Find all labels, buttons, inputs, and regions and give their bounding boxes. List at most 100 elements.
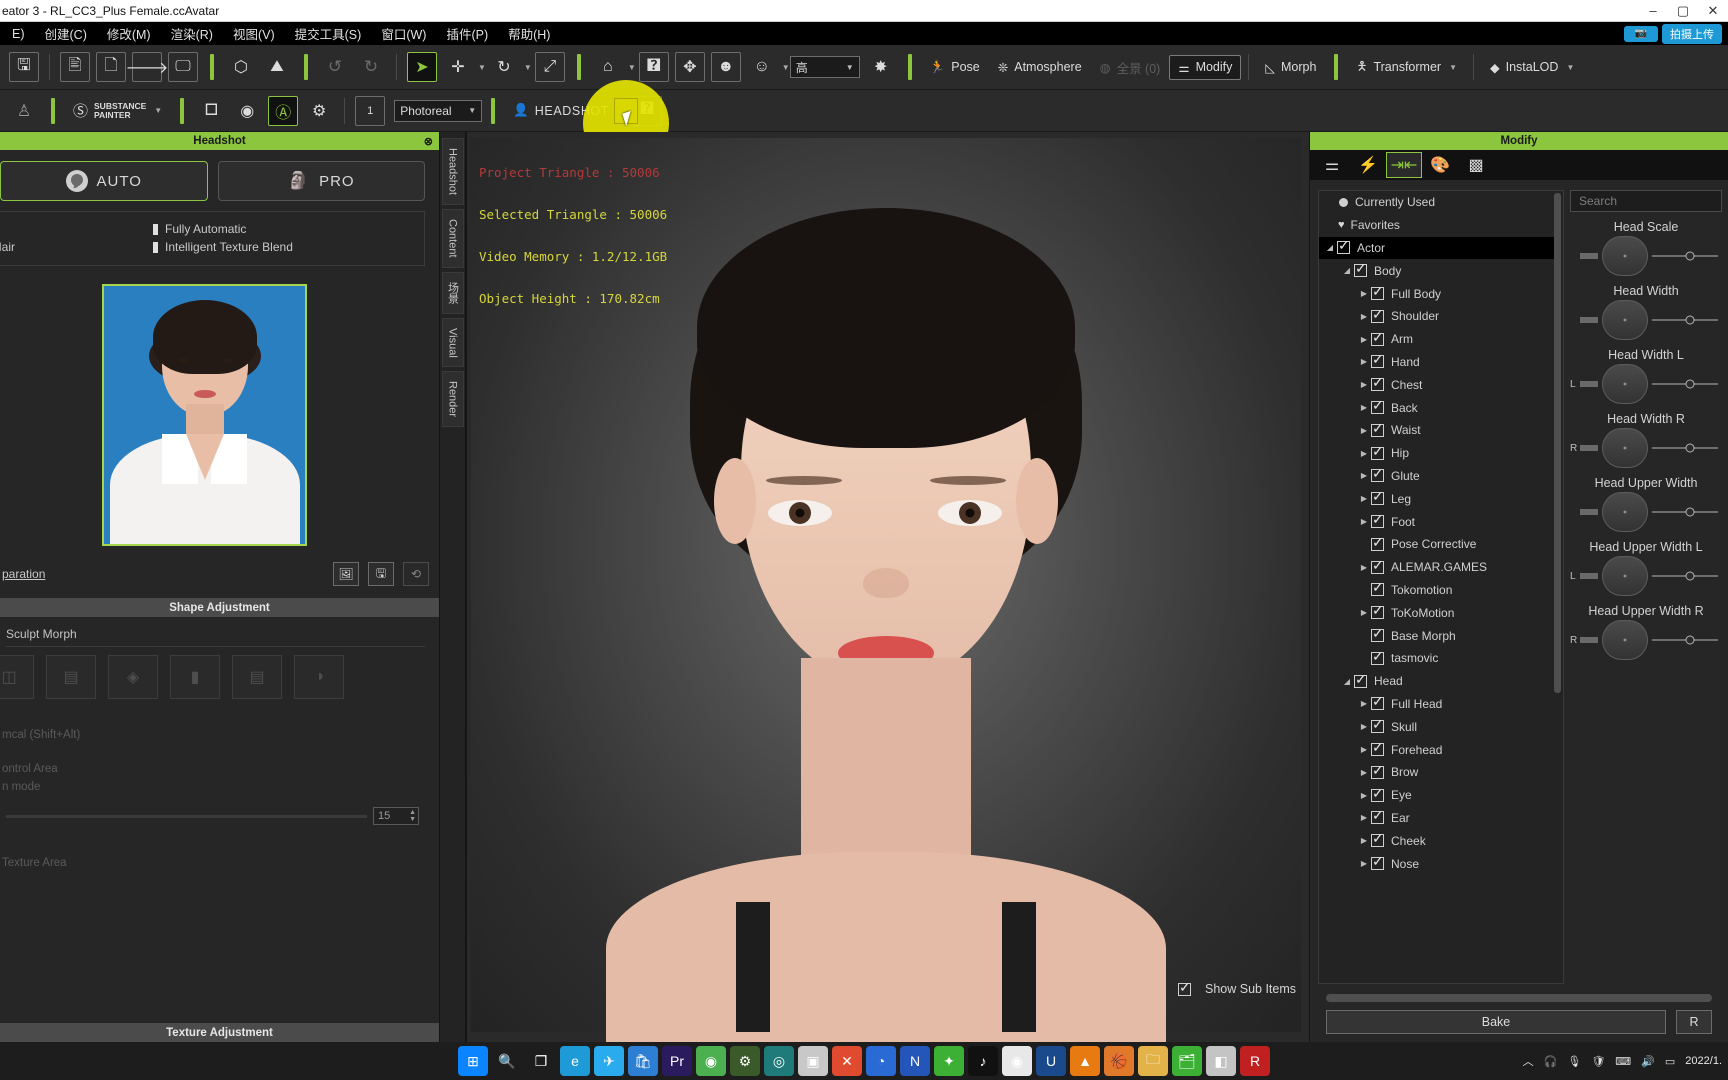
tree-checkbox[interactable] bbox=[1371, 579, 1384, 597]
load-image-icon[interactable]: 🖼 bbox=[333, 562, 359, 586]
slider-preview-thumb[interactable] bbox=[1602, 236, 1648, 276]
slider-preview-thumb[interactable] bbox=[1602, 300, 1648, 340]
tree-item-arm[interactable]: ▶ Arm bbox=[1319, 328, 1554, 351]
body-view-icon[interactable]: 🯄 bbox=[638, 52, 669, 82]
chevron-right-icon[interactable]: ▶ bbox=[1357, 608, 1371, 617]
menu-item-8[interactable]: 帮助(H) bbox=[498, 24, 560, 43]
morph-slider-list[interactable]: Head Scale Head Width Head Width L L Head Wi… bbox=[1570, 220, 1722, 984]
tree-checkbox[interactable] bbox=[1371, 351, 1384, 369]
chevron-right-icon[interactable]: ▶ bbox=[1357, 745, 1371, 754]
appearance-icon[interactable]: 🞐 bbox=[196, 96, 226, 126]
tree-item-full-head[interactable]: ▶ Full Head bbox=[1319, 693, 1554, 716]
tree-item-leg[interactable]: ▶ Leg bbox=[1319, 487, 1554, 510]
tree-item-tokomotion[interactable]: ▶ ToKoMotion bbox=[1319, 601, 1554, 624]
chevron-down-icon[interactable]: ▼ bbox=[478, 63, 486, 72]
slider-knob[interactable] bbox=[1685, 379, 1695, 389]
show-sub-items-checkbox[interactable] bbox=[1178, 979, 1191, 996]
start-icon[interactable]: ⊞ bbox=[458, 1046, 488, 1076]
morph-button[interactable]: ◺ Morph bbox=[1256, 55, 1325, 80]
tree-checkbox[interactable] bbox=[1371, 397, 1384, 415]
chevron-right-icon[interactable]: ▶ bbox=[1357, 289, 1371, 298]
slider-mini-bar[interactable] bbox=[1580, 381, 1598, 387]
tree-item-eye[interactable]: ▶ Eye bbox=[1319, 784, 1554, 807]
tree-item-body[interactable]: ◢ Body bbox=[1319, 259, 1554, 282]
tree-checkbox[interactable] bbox=[1371, 306, 1384, 323]
slider-preview-thumb[interactable] bbox=[1602, 492, 1648, 532]
frame-icon[interactable]: 1 bbox=[355, 95, 386, 126]
slider-preview-thumb[interactable] bbox=[1602, 620, 1648, 660]
chevron-right-icon[interactable]: ▶ bbox=[1357, 836, 1371, 845]
unity-icon[interactable]: U bbox=[1036, 1046, 1066, 1076]
light-icon[interactable]: ✸ bbox=[866, 52, 896, 82]
chevron-right-icon[interactable]: ▶ bbox=[1357, 563, 1371, 572]
quality-combo[interactable]: 高 ▼ bbox=[789, 56, 860, 78]
cc3-icon[interactable]: ◧ bbox=[1206, 1046, 1236, 1076]
tree-item-pose-corrective[interactable]: ▶ Pose Corrective bbox=[1319, 533, 1554, 556]
slider-knob[interactable] bbox=[1685, 443, 1695, 453]
terrain-icon[interactable]: ⛰ bbox=[262, 52, 292, 82]
tree-item-brow[interactable]: ▶ Brow bbox=[1319, 761, 1554, 784]
premiere-icon[interactable]: Pr bbox=[662, 1046, 692, 1076]
tree-checkbox[interactable] bbox=[1371, 488, 1384, 506]
store-icon[interactable]: 🛍 bbox=[628, 1046, 658, 1076]
instalod-button[interactable]: ◆ InstaLOD ▼ bbox=[1481, 55, 1583, 80]
recorder-icon[interactable]: ◎ bbox=[764, 1046, 794, 1076]
chevron-right-icon[interactable]: ▶ bbox=[1357, 449, 1371, 458]
tree-checkbox[interactable] bbox=[1371, 625, 1384, 643]
mic-icon[interactable]: 🎙 bbox=[1567, 1055, 1581, 1068]
tree-checkbox[interactable] bbox=[1371, 785, 1384, 802]
expression-icon[interactable]: ☺ bbox=[747, 52, 777, 82]
tree-item-nose[interactable]: ▶ Nose bbox=[1319, 852, 1554, 875]
tab-motion[interactable]: ⚡ bbox=[1350, 152, 1386, 178]
atmosphere-button[interactable]: ❊ Atmosphere bbox=[989, 55, 1091, 80]
tree-item-cheek[interactable]: ▶ Cheek bbox=[1319, 829, 1554, 852]
chevron-down-icon[interactable]: ▼ bbox=[846, 63, 854, 72]
source-photo[interactable] bbox=[102, 284, 307, 546]
menu-item-4[interactable]: 视图(V) bbox=[223, 24, 285, 43]
settings-icon[interactable]: ⚙ bbox=[304, 96, 334, 126]
tree-item-chest[interactable]: ▶ Chest bbox=[1319, 373, 1554, 396]
undo-icon[interactable]: ↺ bbox=[320, 52, 350, 82]
reallusion-icon[interactable]: R bbox=[1240, 1046, 1270, 1076]
volume-icon[interactable]: 🔊 bbox=[1641, 1055, 1655, 1068]
tree-checkbox[interactable] bbox=[1371, 716, 1384, 734]
browser2-icon[interactable]: ◔ bbox=[866, 1046, 896, 1076]
clock[interactable]: 2022/1. bbox=[1685, 1055, 1722, 1067]
camera-badge-icon[interactable]: 📷 bbox=[1624, 25, 1658, 42]
wechat-icon[interactable]: ✦ bbox=[934, 1046, 964, 1076]
tree-item-actor[interactable]: ◢ Actor bbox=[1319, 236, 1554, 260]
tree-checkbox[interactable] bbox=[1354, 260, 1367, 278]
chevron-right-icon[interactable]: ▶ bbox=[1357, 471, 1371, 480]
menu-item-6[interactable]: 窗口(W) bbox=[371, 24, 436, 43]
chevron-right-icon[interactable]: ▶ bbox=[1357, 699, 1371, 708]
sculpt-tool-4[interactable]: ▮ bbox=[170, 655, 220, 699]
separation-link[interactable]: paration bbox=[2, 567, 45, 581]
vtab-visual[interactable]: Visual bbox=[441, 317, 464, 368]
tree-checkbox[interactable] bbox=[1371, 693, 1384, 711]
menu-item-0[interactable]: E) bbox=[2, 27, 35, 41]
skin-icon[interactable]: ◉ bbox=[232, 96, 262, 126]
chevron-right-icon[interactable]: ▶ bbox=[1357, 768, 1371, 777]
fit-view-icon[interactable]: ✥ bbox=[674, 52, 705, 82]
morph-tree-list[interactable]: ▶Currently Used▶♥Favorites◢Actor◢Body▶Fu… bbox=[1319, 191, 1554, 983]
tree-item-forehead[interactable]: ▶ Forehead bbox=[1319, 738, 1554, 761]
folder-icon[interactable]: 🗀 bbox=[1138, 1046, 1168, 1076]
select-tool-icon[interactable]: ➤ bbox=[407, 52, 437, 82]
save-image-icon[interactable]: 🖫 bbox=[368, 562, 394, 586]
slider-track[interactable] bbox=[1652, 571, 1718, 581]
tree-item-alemar-games[interactable]: ▶ ALEMAR.GAMES bbox=[1319, 556, 1554, 579]
move-tool-icon[interactable]: ✛ bbox=[443, 52, 473, 82]
tree-item-tokomotion[interactable]: ▶ Tokomotion bbox=[1319, 579, 1554, 602]
slider-knob[interactable] bbox=[1685, 315, 1695, 325]
vtab-headshot[interactable]: Headshot bbox=[441, 138, 464, 206]
tree-item-hip[interactable]: ▶ Hip bbox=[1319, 442, 1554, 465]
modify-button[interactable]: ⚌ Modify bbox=[1169, 54, 1242, 80]
headset-icon[interactable]: 🎧 bbox=[1544, 1055, 1558, 1068]
face-view-icon[interactable]: ☻ bbox=[710, 52, 741, 82]
chevron-down-icon[interactable]: ◢ bbox=[1340, 677, 1354, 686]
chevron-down-icon[interactable]: ▼ bbox=[154, 106, 162, 115]
show-sub-items-row[interactable]: Show Sub Items bbox=[1168, 976, 1296, 996]
menu-item-7[interactable]: 插件(P) bbox=[436, 24, 498, 43]
upload-badge[interactable]: 拍摄上传 bbox=[1662, 23, 1722, 44]
telegram-icon[interactable]: ✈ bbox=[594, 1046, 624, 1076]
